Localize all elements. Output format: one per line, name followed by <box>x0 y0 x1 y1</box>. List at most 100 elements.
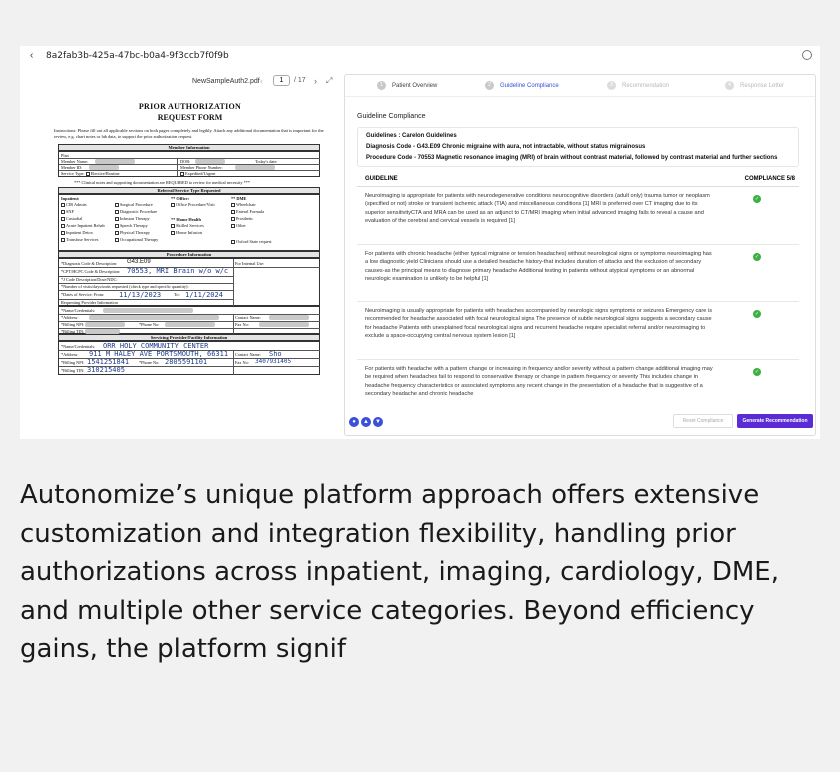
address-label: *Address: <box>61 315 79 320</box>
procedure-line: Procedure Code - 70553 Magnetic resonanc… <box>366 155 778 161</box>
home-item: Skilled Services <box>171 223 204 229</box>
guideline-text: For patients with chronic headache (eith… <box>365 251 712 282</box>
cpt-label: *CPT/HCPC Code & Description: <box>61 269 121 274</box>
office-label: ** Office: <box>171 196 190 201</box>
expand-icon[interactable]: ⤢ <box>326 76 332 86</box>
expedited-label: Expedited/Urgent <box>180 171 215 177</box>
inpatient-item: Transfuse Services <box>61 237 98 243</box>
check-icon: ✓ <box>753 310 761 318</box>
diagnosis-label: *Diagnosis Code & Description: <box>61 261 118 266</box>
caption-text: Autonomize’s unique platform approach of… <box>20 480 779 664</box>
s-phone-value: 2805591101 <box>165 358 208 366</box>
thumbs-down-icon[interactable]: ▼ <box>373 417 383 427</box>
home-health-label: ** Home Health <box>171 217 201 222</box>
servicing-header: Servicing Provider/Facility Information <box>58 334 320 341</box>
to-label: To: <box>174 292 180 297</box>
col-guideline: GUIDELINE <box>365 176 398 182</box>
back-arrow-icon[interactable]: ‹ <box>30 50 33 61</box>
stepper: 1 Patient Overview 2 Guideline Compliance … <box>345 75 815 97</box>
member-info-header: Member Information <box>58 144 320 151</box>
inpatient-item: CIR Admits <box>61 202 87 208</box>
s-address-value: 911 M HALEY AVE PORTSMOUTH, 66311 <box>89 350 229 358</box>
inpatient-item: Custodial <box>61 216 82 222</box>
diagnosis-line: Diagnosis Code - G43.E09 Chronic migrain… <box>366 144 646 150</box>
oxford-item: Oxford State request <box>231 239 272 245</box>
panel-footer: ● ▲ ▼ Reset Compliance Generate Recommen… <box>345 409 815 435</box>
page-total: / 17 <box>294 77 306 84</box>
dme-item: Other <box>231 223 246 229</box>
settings-icon[interactable] <box>802 50 812 60</box>
reset-compliance-button[interactable]: Reset Compliance <box>673 414 733 428</box>
inpatient-item: SNF <box>61 209 74 215</box>
s-fax-value: 3407931405 <box>255 358 292 365</box>
page-number-input[interactable]: 1 <box>273 75 290 86</box>
member-info-box: Plan Member Name: Member ID: Service Typ… <box>58 151 320 177</box>
home-item: Home Infusion <box>171 230 202 236</box>
s-address-label: *Address: <box>61 352 79 357</box>
diagnosis-value: G43.E09 <box>127 259 151 265</box>
step-patient-overview[interactable]: 1 Patient Overview <box>377 81 437 90</box>
table-row: For patients with headache with a patter… <box>357 360 799 403</box>
referral-header: Referral/Service Type Requested <box>58 187 320 194</box>
outpatient-item: Surgical Procedure <box>115 202 153 208</box>
dme-item: Prosthetic <box>231 216 253 222</box>
table-row: Neuroimaging is usually appropriate for … <box>357 302 799 360</box>
guideline-summary: Guidelines : Carelon Guidelines Diagnosi… <box>357 127 799 167</box>
dob-label: DOB: <box>180 159 191 164</box>
guideline-list[interactable]: Neuroimaging is appropriate for patients… <box>345 187 815 403</box>
top-bar: ‹ 8a2fab3b-425a-47bc-b0a4-9f3ccb7f0f9b <box>20 46 820 68</box>
dme-label: ** DME <box>231 196 247 201</box>
form-instructions: Instructions: Please fill out all applic… <box>54 128 324 139</box>
form-subtitle: REQUEST FORM <box>157 113 223 122</box>
s-tin-value: 310215405 <box>87 366 125 374</box>
s-npi-value: 1541251841 <box>87 358 130 366</box>
name-cred-label: *Name/Credentials: <box>61 308 96 313</box>
chat-icon[interactable]: ● <box>349 417 359 427</box>
billing-npi-label: *Billing NPI: <box>61 322 85 327</box>
col-compliance: COMPLIANCE 5/8 <box>744 176 795 182</box>
outpatient-item: Occupational Therapy <box>115 237 158 243</box>
check-icon: ✓ <box>753 368 761 376</box>
from-date-value: 11/13/2023 <box>119 291 162 299</box>
inpatient-label: Inpatient: <box>61 196 80 201</box>
inpatient-item: Inpatient Detox <box>61 230 93 236</box>
pdf-page: PRIOR AUTHORIZATION REQUEST FORM Instruc… <box>50 96 330 436</box>
table-header: GUIDELINE COMPLIANCE 5/8 <box>357 173 799 187</box>
prev-page-icon[interactable]: ‹ <box>260 76 263 86</box>
s-name-label: *Name/Credentials: <box>61 344 96 349</box>
todays-date-label: Today's date: <box>255 159 278 164</box>
servicing-box: *Name/Credentials: ORR HOLY COMMUNITY CE… <box>58 341 320 375</box>
s-fax-label: Fax No: <box>235 360 249 365</box>
outpatient-item: Physical Therapy <box>115 230 150 236</box>
internal-use-label: For Internal Use: <box>235 261 265 266</box>
dme-item: Enteral Formula <box>231 209 264 215</box>
cpt-value: 70553, MRI Brain w/o w/c <box>127 267 229 275</box>
generate-recommendation-button[interactable]: Generate Recommendation <box>737 414 813 428</box>
dme-item: Wheelchair <box>231 202 256 208</box>
step-response-letter[interactable]: 4 Response Letter <box>725 81 784 90</box>
thumbs-up-icon[interactable]: ▲ <box>361 417 371 427</box>
clinical-note: *** Clinical notes and supporting docume… <box>74 180 251 185</box>
outpatient-item: Infusion Therapy <box>115 216 150 222</box>
check-icon: ✓ <box>753 253 761 261</box>
outpatient-item: Speech Therapy <box>115 223 148 229</box>
next-page-icon[interactable]: › <box>314 76 317 86</box>
s-name-value: ORR HOLY COMMUNITY CENTER <box>103 342 209 350</box>
guideline-text: Neuroimaging is appropriate for patients… <box>365 193 710 224</box>
section-title: Guideline Compliance <box>357 113 426 120</box>
requesting-label: Requesting Provider Information <box>61 300 118 305</box>
procedure-box: *Diagnosis Code & Description: G43.E09 *… <box>58 258 320 306</box>
member-name-label: Member Name: <box>61 159 89 164</box>
office-item: Office Procedure/Visit <box>171 202 215 208</box>
document-id: 8a2fab3b-425a-47bc-b0a4-9f3ccb7f0f9b <box>46 51 229 61</box>
member-id-label: Member ID: <box>61 165 83 170</box>
procedure-header: Procedure Information <box>58 251 320 258</box>
step-recommendation[interactable]: 3 Recommendation <box>607 81 669 90</box>
step-guideline-compliance[interactable]: 2 Guideline Compliance <box>485 81 559 90</box>
form-title: PRIOR AUTHORIZATION <box>138 102 242 111</box>
guideline-text: Neuroimaging is usually appropriate for … <box>365 308 712 339</box>
s-npi-label: *Billing NPI: <box>61 360 85 365</box>
contact-name-label: Contact Name: <box>235 315 261 320</box>
outpatient-item: Diagnostic Procedure <box>115 209 157 215</box>
inpatient-item: Acute Inpatient Rehab <box>61 223 105 229</box>
